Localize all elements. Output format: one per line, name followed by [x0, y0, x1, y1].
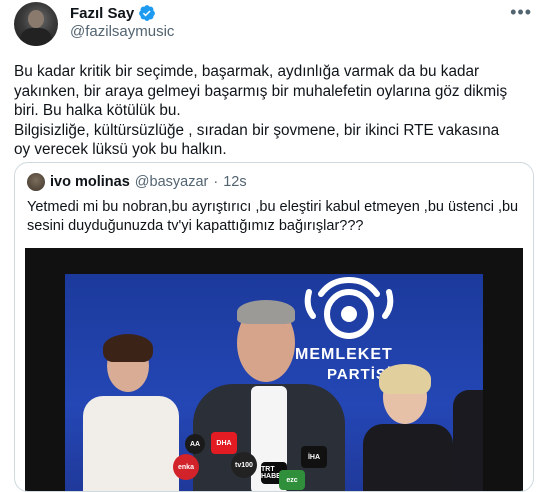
tweet-text: Bu kadar kritik bir seçimde, başarmak, a…: [14, 63, 508, 158]
mic-enka: enka: [173, 454, 199, 480]
quoted-author-avatar[interactable]: [27, 173, 45, 191]
avatar-face: [28, 10, 44, 28]
party-logo-icon: [304, 277, 394, 339]
person-left-body: [83, 396, 179, 491]
quoted-author-handle[interactable]: @basyazar: [135, 174, 209, 190]
mic-iha: İHA: [301, 446, 327, 468]
person-right-hair: [379, 364, 431, 394]
more-horizontal-icon[interactable]: •••: [510, 2, 532, 23]
verified-badge-icon: [139, 5, 156, 21]
mic-dha: DHA: [211, 432, 237, 454]
quoted-tweet[interactable]: ivo molinas @basyazar · 12s Yetmedi mi b…: [14, 162, 534, 492]
author-name[interactable]: Fazıl Say: [70, 5, 134, 22]
person-left-hair: [103, 334, 153, 362]
person-right-body: [363, 424, 453, 491]
logo-text-line1: MEMLEKET: [295, 346, 393, 363]
author-avatar[interactable]: [14, 2, 58, 46]
mic-tv100: tv100: [231, 452, 257, 478]
mic-ezc: ezc: [279, 470, 305, 490]
mic-aa: AA: [185, 434, 205, 454]
quoted-author-name[interactable]: ivo molinas: [50, 174, 130, 190]
quoted-timestamp[interactable]: 12s: [223, 174, 246, 190]
press-conference-image: MEMLEKET PARTİSİ enka AA DHA tv100 TRT H…: [65, 274, 483, 491]
author-handle[interactable]: @fazilsaymusic: [70, 23, 174, 40]
quoted-tweet-text: Yetmedi mi bu nobran,bu ayrıştırıcı ,bu …: [27, 199, 519, 234]
avatar-body: [20, 28, 52, 46]
person-far-right: [453, 390, 483, 491]
quoted-separator: ·: [213, 174, 219, 190]
person-center-hair: [237, 300, 295, 324]
quoted-media-video[interactable]: MEMLEKET PARTİSİ enka AA DHA tv100 TRT H…: [25, 248, 523, 491]
author-name-row[interactable]: Fazıl Say: [70, 4, 156, 22]
quoted-tweet-header: ivo molinas @basyazar · 12s: [27, 173, 247, 191]
